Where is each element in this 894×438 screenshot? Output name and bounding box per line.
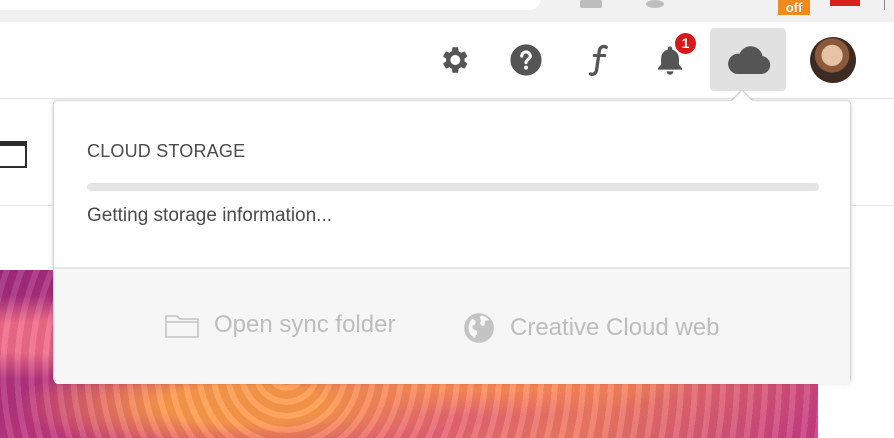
gear-icon[interactable] [434, 40, 474, 80]
browser-toolbar: off [0, 0, 894, 23]
storage-progress-bar [87, 183, 819, 191]
extension-badge[interactable]: off [778, 0, 810, 15]
creative-cloud-web-button[interactable]: Creative Cloud web [462, 311, 719, 345]
notification-badge: 1 [673, 31, 698, 56]
open-sync-folder-button[interactable]: Open sync folder [164, 311, 395, 339]
open-sync-folder-label: Open sync folder [214, 311, 396, 338]
divider [884, 0, 885, 10]
address-bar[interactable] [0, 0, 540, 10]
cloud-storage-popover: CLOUD STORAGE Getting storage informatio… [53, 100, 851, 384]
popover-footer: Open sync folder Creative Cloud web [54, 267, 850, 384]
creative-cloud-web-label: Creative Cloud web [510, 314, 720, 341]
view-toggle-icon[interactable] [0, 141, 27, 168]
app-header: 1 [0, 22, 894, 99]
fonts-icon[interactable] [578, 40, 618, 80]
storage-title: CLOUD STORAGE [87, 141, 246, 161]
globe-icon [464, 313, 494, 343]
avatar[interactable] [810, 37, 856, 83]
popover-arrow [731, 91, 753, 102]
storage-status-text: Getting storage information... [87, 205, 333, 226]
cloud-icon [728, 45, 771, 74]
help-icon[interactable] [506, 40, 546, 80]
extension-icon[interactable] [580, 0, 602, 8]
extension-icon[interactable] [646, 0, 664, 8]
extension-icon[interactable] [830, 0, 860, 6]
folder-icon [165, 315, 199, 338]
cloud-storage-button[interactable] [710, 28, 786, 91]
